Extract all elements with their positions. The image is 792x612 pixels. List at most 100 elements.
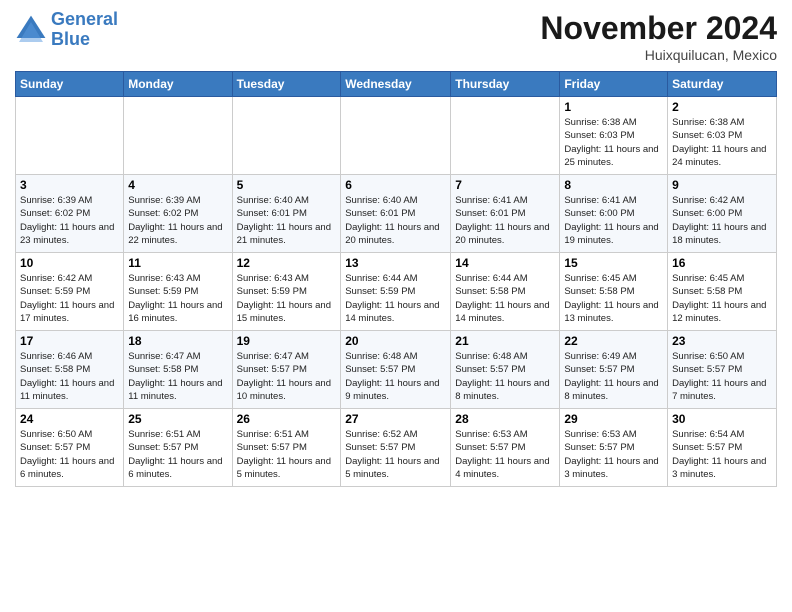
day-cell: 18 Sunrise: 6:47 AM Sunset: 5:58 PM Dayli… [124,331,232,409]
day-cell: 14Sunrise: 6:44 AM Sunset: 5:58 PM Dayli… [451,253,560,331]
day-info: Sunrise: 6:45 AM Sunset: 5:58 PM Dayligh… [564,272,663,325]
day-cell: 22 Sunrise: 6:49 AM Sunset: 5:57 PM Dayli… [560,331,668,409]
day-number: 18 [128,334,227,348]
day-cell: 4Sunrise: 6:39 AM Sunset: 6:02 PM Daylig… [124,175,232,253]
month-title: November 2024 [540,10,777,47]
day-info: Sunrise: 6:44 AM Sunset: 5:58 PM Dayligh… [455,272,555,325]
day-info: Sunrise: 6:41 AM Sunset: 6:01 PM Dayligh… [455,194,555,247]
day-info: Sunrise: 6:48 AM Sunset: 5:57 PM Dayligh… [455,350,555,403]
week-row-3: 10 Sunrise: 6:42 AM Sunset: 5:59 PM Dayli… [16,253,777,331]
day-cell: 23 Sunrise: 6:50 AM Sunset: 5:57 PM Dayli… [668,331,777,409]
day-info: Sunrise: 6:50 AM Sunset: 5:57 PM Dayligh… [672,350,772,403]
day-cell: 20 Sunrise: 6:48 AM Sunset: 5:57 PM Dayli… [341,331,451,409]
day-info: Sunrise: 6:52 AM Sunset: 5:57 PM Dayligh… [345,428,446,481]
day-number: 17 [20,334,119,348]
day-cell: 5Sunrise: 6:40 AM Sunset: 6:01 PM Daylig… [232,175,341,253]
day-number: 30 [672,412,772,426]
logo-line1: General [51,9,118,29]
logo-text: General Blue [51,10,118,50]
day-cell: 16 Sunrise: 6:45 AM Sunset: 5:58 PM Dayli… [668,253,777,331]
day-header-wednesday: Wednesday [341,72,451,97]
day-header-tuesday: Tuesday [232,72,341,97]
day-number: 24 [20,412,119,426]
day-number: 7 [455,178,555,192]
day-number: 15 [564,256,663,270]
day-info: Sunrise: 6:44 AM Sunset: 5:59 PM Dayligh… [345,272,446,325]
day-cell: 28Sunrise: 6:53 AM Sunset: 5:57 PM Dayli… [451,409,560,487]
day-info: Sunrise: 6:51 AM Sunset: 5:57 PM Dayligh… [237,428,337,481]
day-info: Sunrise: 6:46 AM Sunset: 5:58 PM Dayligh… [20,350,119,403]
day-info: Sunrise: 6:38 AM Sunset: 6:03 PM Dayligh… [564,116,663,169]
day-cell: 30 Sunrise: 6:54 AM Sunset: 5:57 PM Dayli… [668,409,777,487]
day-cell: 2Sunrise: 6:38 AM Sunset: 6:03 PM Daylig… [668,97,777,175]
day-number: 20 [345,334,446,348]
day-cell: 11Sunrise: 6:43 AM Sunset: 5:59 PM Dayli… [124,253,232,331]
day-number: 23 [672,334,772,348]
day-cell: 7 Sunrise: 6:41 AM Sunset: 6:01 PM Daylig… [451,175,560,253]
day-number: 21 [455,334,555,348]
day-cell: 10 Sunrise: 6:42 AM Sunset: 5:59 PM Dayli… [16,253,124,331]
day-cell: 24Sunrise: 6:50 AM Sunset: 5:57 PM Dayli… [16,409,124,487]
day-number: 4 [128,178,227,192]
day-cell: 1 Sunrise: 6:38 AM Sunset: 6:03 PM Daylig… [560,97,668,175]
day-info: Sunrise: 6:54 AM Sunset: 5:57 PM Dayligh… [672,428,772,481]
title-block: November 2024 Huixquilucan, Mexico [540,10,777,63]
day-cell: 21 Sunrise: 6:48 AM Sunset: 5:57 PM Dayli… [451,331,560,409]
day-cell: 6Sunrise: 6:40 AM Sunset: 6:01 PM Daylig… [341,175,451,253]
day-cell: 17 Sunrise: 6:46 AM Sunset: 5:58 PM Dayli… [16,331,124,409]
location: Huixquilucan, Mexico [540,47,777,63]
day-cell: 26Sunrise: 6:51 AM Sunset: 5:57 PM Dayli… [232,409,341,487]
day-info: Sunrise: 6:40 AM Sunset: 6:01 PM Dayligh… [237,194,337,247]
day-info: Sunrise: 6:45 AM Sunset: 5:58 PM Dayligh… [672,272,772,325]
day-info: Sunrise: 6:42 AM Sunset: 5:59 PM Dayligh… [20,272,119,325]
day-number: 27 [345,412,446,426]
day-cell [451,97,560,175]
day-number: 12 [237,256,337,270]
day-cell: 12 Sunrise: 6:43 AM Sunset: 5:59 PM Dayli… [232,253,341,331]
day-info: Sunrise: 6:42 AM Sunset: 6:00 PM Dayligh… [672,194,772,247]
day-number: 29 [564,412,663,426]
day-number: 3 [20,178,119,192]
day-header-friday: Friday [560,72,668,97]
day-number: 22 [564,334,663,348]
calendar-table: SundayMondayTuesdayWednesdayThursdayFrid… [15,71,777,487]
week-row-1: 1 Sunrise: 6:38 AM Sunset: 6:03 PM Daylig… [16,97,777,175]
day-info: Sunrise: 6:53 AM Sunset: 5:57 PM Dayligh… [455,428,555,481]
day-info: Sunrise: 6:43 AM Sunset: 5:59 PM Dayligh… [128,272,227,325]
day-number: 8 [564,178,663,192]
day-number: 10 [20,256,119,270]
day-cell: 3 Sunrise: 6:39 AM Sunset: 6:02 PM Daylig… [16,175,124,253]
day-cell [124,97,232,175]
day-number: 25 [128,412,227,426]
calendar-page: General Blue November 2024 Huixquilucan,… [0,0,792,612]
day-cell: 19 Sunrise: 6:47 AM Sunset: 5:57 PM Dayli… [232,331,341,409]
day-cell [341,97,451,175]
day-cell: 8 Sunrise: 6:41 AM Sunset: 6:00 PM Daylig… [560,175,668,253]
day-info: Sunrise: 6:41 AM Sunset: 6:00 PM Dayligh… [564,194,663,247]
day-info: Sunrise: 6:39 AM Sunset: 6:02 PM Dayligh… [20,194,119,247]
logo-line2: Blue [51,29,90,49]
calendar-header-row: SundayMondayTuesdayWednesdayThursdayFrid… [16,72,777,97]
day-header-sunday: Sunday [16,72,124,97]
week-row-4: 17 Sunrise: 6:46 AM Sunset: 5:58 PM Dayli… [16,331,777,409]
day-info: Sunrise: 6:40 AM Sunset: 6:01 PM Dayligh… [345,194,446,247]
day-info: Sunrise: 6:47 AM Sunset: 5:58 PM Dayligh… [128,350,227,403]
day-number: 16 [672,256,772,270]
day-number: 1 [564,100,663,114]
day-info: Sunrise: 6:43 AM Sunset: 5:59 PM Dayligh… [237,272,337,325]
day-cell: 9 Sunrise: 6:42 AM Sunset: 6:00 PM Daylig… [668,175,777,253]
day-cell [232,97,341,175]
day-number: 19 [237,334,337,348]
day-cell: 15 Sunrise: 6:45 AM Sunset: 5:58 PM Dayli… [560,253,668,331]
day-number: 13 [345,256,446,270]
day-cell: 29 Sunrise: 6:53 AM Sunset: 5:57 PM Dayli… [560,409,668,487]
day-cell: 25 Sunrise: 6:51 AM Sunset: 5:57 PM Dayli… [124,409,232,487]
day-info: Sunrise: 6:49 AM Sunset: 5:57 PM Dayligh… [564,350,663,403]
header: General Blue November 2024 Huixquilucan,… [15,10,777,63]
day-info: Sunrise: 6:48 AM Sunset: 5:57 PM Dayligh… [345,350,446,403]
day-info: Sunrise: 6:47 AM Sunset: 5:57 PM Dayligh… [237,350,337,403]
day-header-saturday: Saturday [668,72,777,97]
day-info: Sunrise: 6:51 AM Sunset: 5:57 PM Dayligh… [128,428,227,481]
day-info: Sunrise: 6:53 AM Sunset: 5:57 PM Dayligh… [564,428,663,481]
day-number: 9 [672,178,772,192]
